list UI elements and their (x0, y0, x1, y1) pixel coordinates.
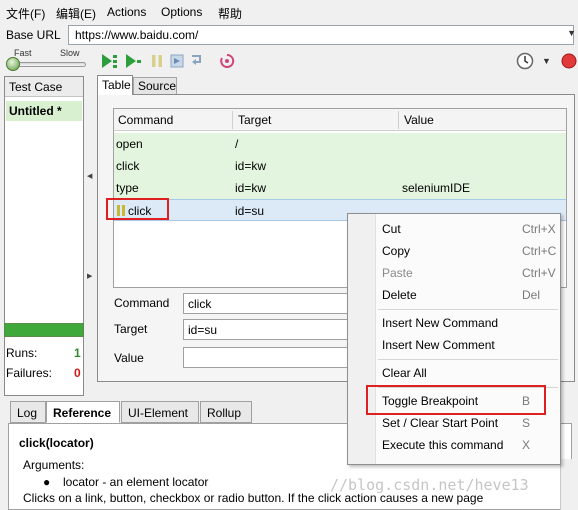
reference-arguments-label: Arguments: (23, 458, 85, 472)
tab-reference[interactable]: Reference (46, 401, 120, 423)
table-row[interactable]: type id=kw seleniumIDE (114, 177, 566, 199)
bullet-icon: ● (43, 475, 51, 489)
context-menu-gutter (348, 214, 376, 464)
menu-item-delete[interactable]: Delete (382, 288, 417, 302)
value-label: Value (114, 351, 144, 365)
menu-help[interactable]: 帮助 (218, 5, 242, 22)
menu-item-execute-command[interactable]: Execute this command (382, 438, 503, 452)
shortcut-cut: Ctrl+X (522, 222, 556, 236)
row-target: id=su (235, 204, 265, 218)
menu-item-insert-new-command[interactable]: Insert New Command (382, 316, 498, 330)
menu-item-insert-new-comment[interactable]: Insert New Comment (382, 338, 495, 352)
run-progress-bar (4, 323, 84, 337)
row-command: click (128, 204, 152, 218)
target-input[interactable]: id=su (183, 319, 358, 340)
runs-label: Runs: (6, 346, 38, 360)
failures-label: Failures: (6, 366, 53, 380)
shortcut-execute: X (522, 438, 531, 452)
menu-edit[interactable]: 编辑(E) (56, 5, 96, 22)
panel-splitter[interactable]: ◀ ▶ (86, 76, 94, 396)
menu-separator (378, 309, 558, 310)
menu-item-copy[interactable]: Copy (382, 244, 410, 258)
shortcut-copy: Ctrl+C (522, 244, 557, 258)
target-label: Target (114, 322, 148, 336)
column-header-value[interactable]: Value (404, 113, 434, 127)
column-header-command[interactable]: Command (118, 113, 173, 127)
row-command: open (116, 137, 143, 151)
menu-separator (378, 387, 558, 388)
schedule-dropdown-icon[interactable]: ▼ (542, 56, 551, 66)
menu-item-toggle-breakpoint[interactable]: Toggle Breakpoint (382, 394, 478, 408)
menu-separator (378, 359, 558, 360)
table-row[interactable]: click id=kw (114, 155, 566, 177)
menu-bar: 文件(F) 编辑(E) Actions Options 帮助 (0, 0, 578, 24)
base-url-dropdown-icon[interactable]: ▼ (567, 28, 576, 38)
menu-options[interactable]: Options (161, 5, 202, 19)
speed-slow-label: Slow (60, 48, 80, 58)
tab-source[interactable]: Source (133, 77, 177, 95)
menu-item-clear-all[interactable]: Clear All (382, 366, 427, 380)
menu-actions[interactable]: Actions (107, 5, 146, 19)
base-url-input[interactable]: https://www.baidu.com/ (68, 25, 574, 45)
command-label: Command (114, 296, 170, 310)
shortcut-paste: Ctrl+V (522, 266, 556, 280)
shortcut-set-start-point: S (522, 416, 531, 430)
speed-fast-label: Fast (14, 48, 32, 58)
record-button-icon[interactable] (560, 52, 578, 70)
row-target: id=kw (235, 181, 267, 195)
collapse-left-icon[interactable]: ◀ (87, 172, 92, 180)
value-input[interactable] (183, 347, 358, 368)
speed-slider-handle[interactable] (6, 57, 20, 71)
tab-log[interactable]: Log (10, 401, 46, 423)
context-menu: Cut Ctrl+X Copy Ctrl+C Paste Ctrl+V Dele… (347, 213, 561, 465)
schedule-clock-icon[interactable] (516, 52, 534, 70)
failures-value: 0 (74, 366, 81, 380)
rollup-icon[interactable] (188, 52, 206, 70)
shortcut-delete: Del (522, 288, 541, 302)
play-all-icon[interactable] (100, 52, 118, 70)
menu-file[interactable]: 文件(F) (6, 5, 45, 22)
watermark-text: //blog.csdn.net/heve13 (330, 476, 529, 494)
row-target: / (235, 137, 239, 151)
speed-slider[interactable] (10, 62, 86, 67)
menu-item-cut[interactable]: Cut (382, 222, 401, 236)
runs-value: 1 (74, 346, 81, 360)
pause-icon[interactable] (148, 52, 166, 70)
toolbar: Fast Slow ▼ (0, 46, 578, 74)
shortcut-toggle-breakpoint: B (522, 394, 531, 408)
breakpoint-pause-icon (117, 205, 125, 216)
row-target: id=kw (235, 159, 267, 173)
record-icon[interactable] (218, 52, 236, 70)
row-command: click (116, 159, 140, 173)
reference-scrollbar[interactable] (560, 459, 572, 510)
menu-item-set-clear-start-point[interactable]: Set / Clear Start Point (382, 416, 498, 430)
collapse-right-icon[interactable]: ▶ (87, 272, 92, 280)
play-current-icon[interactable] (124, 52, 142, 70)
menu-item-paste[interactable]: Paste (382, 266, 413, 280)
base-url-row: Base URL https://www.baidu.com/ ▼ (0, 24, 578, 46)
column-header-target[interactable]: Target (238, 113, 271, 127)
base-url-label: Base URL (6, 28, 61, 42)
reference-title: click(locator) (19, 436, 94, 450)
tab-ui-element[interactable]: UI-Element (121, 401, 199, 423)
test-case-item[interactable]: Untitled * (6, 101, 82, 121)
command-input[interactable]: click (183, 293, 358, 314)
test-case-header: Test Case (5, 77, 83, 97)
table-row[interactable]: open / (114, 133, 566, 155)
tab-rollup[interactable]: Rollup (200, 401, 252, 423)
row-value: seleniumIDE (402, 181, 471, 195)
command-table-header: Command Target Value (114, 109, 566, 131)
row-command: type (116, 181, 139, 195)
reference-argument: locator - an element locator (63, 475, 209, 489)
step-icon[interactable] (168, 52, 186, 70)
tab-table[interactable]: Table (97, 75, 133, 95)
